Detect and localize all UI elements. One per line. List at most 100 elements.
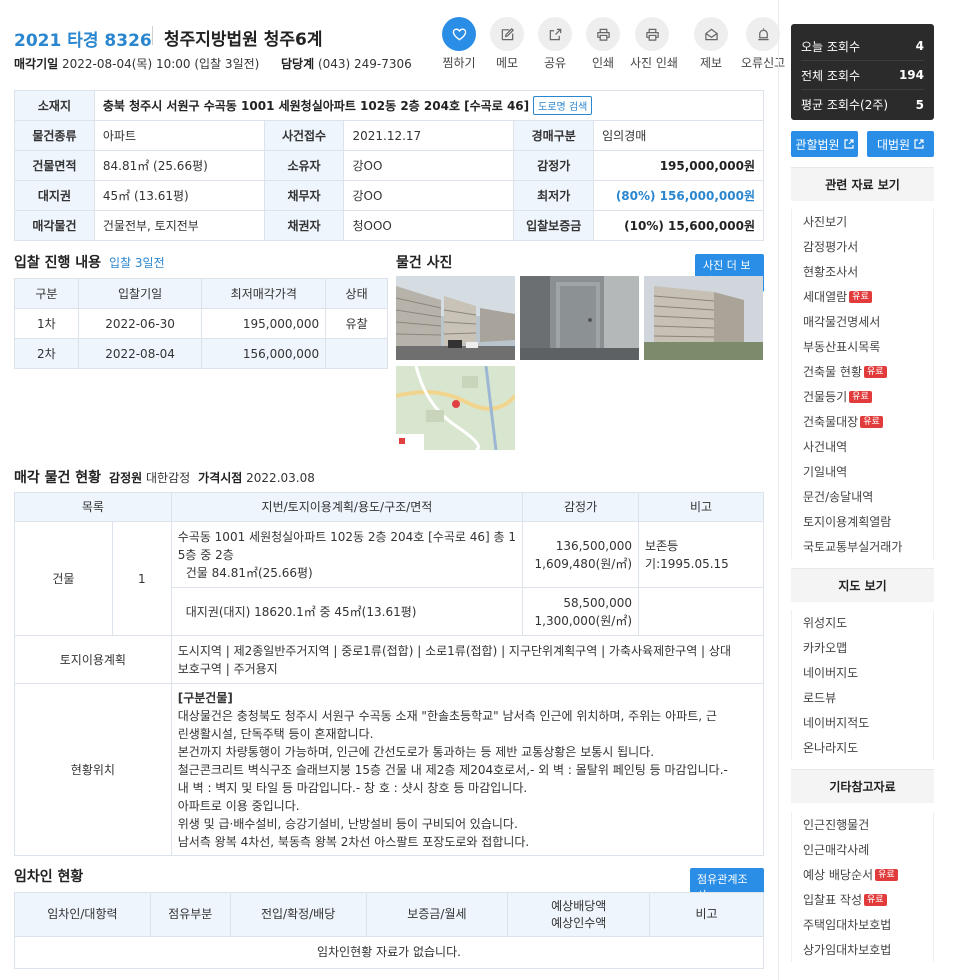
bid-round: 2차 [14, 338, 79, 369]
info-row: 물건종류 아파트 사건접수 2021.12.17 경매구분 임의경매 [14, 120, 764, 151]
sidebar-item-survey[interactable]: 현황조사서 [792, 259, 933, 284]
appraiser-label: 감정원 [109, 471, 143, 485]
sidebar-item-nearby-sales[interactable]: 인근매각사례 [792, 837, 933, 862]
info-key: 감정가 [513, 150, 595, 181]
sidebar-item-property-list[interactable]: 부동산표시목록 [792, 334, 933, 359]
sidebar-item-roadview[interactable]: 로드뷰 [792, 685, 933, 710]
sidebar-item-real-price[interactable]: 국토교통부실거래가 [792, 534, 933, 559]
sidebar-item-commercial-lease-act[interactable]: 상가임대차보호법 [792, 937, 933, 962]
goods-header-row: 목록 지번/토지이용계획/용도/구조/면적 감정가 비고 [14, 492, 764, 522]
property-map-thumbnail[interactable] [396, 366, 515, 450]
table-row: 건물 1 수곡동 1001 세원청실아파트 102동 2층 204호 [수곡로 … [14, 521, 764, 636]
favorite-button[interactable]: 찜하기 [437, 17, 481, 71]
column-header: 비고 [638, 492, 764, 522]
column-header: 비고 [649, 892, 764, 937]
info-key: 채무자 [263, 180, 345, 211]
property-photo[interactable] [644, 276, 763, 360]
minimum-price: (80%) 156,000,000원 [593, 180, 764, 211]
jurisdiction-court-button[interactable]: 관할법원 [791, 131, 858, 157]
related-docs-header: 관련 자료 보기 [791, 167, 934, 201]
report-icon [704, 28, 718, 40]
bid-min-price: 156,000,000 [201, 338, 327, 369]
sidebar-item-nearby-items[interactable]: 인근진행물건 [792, 812, 933, 837]
info-value: 2021.12.17 [343, 120, 515, 151]
address-text: 충북 청주시 서원구 수곡동 1001 세원청실아파트 102동 2층 204호… [102, 99, 530, 113]
paid-badge: 유료 [849, 290, 872, 303]
sidebar-item-date-history[interactable]: 기일내역 [792, 459, 933, 484]
photo-section-title: 물건 사진 [396, 255, 453, 271]
info-key: 채권자 [263, 210, 345, 241]
paid-badge: 유료 [860, 415, 883, 428]
dept-phone: (043) 249-7306 [317, 57, 412, 71]
info-key: 최저가 [513, 180, 595, 211]
supreme-court-button[interactable]: 대법원 [867, 131, 934, 157]
building-note: 보존등기:1995.05.15 [638, 521, 764, 588]
sidebar-item-housing-lease-act[interactable]: 주택임대차보호법 [792, 912, 933, 937]
etc-list: 인근진행물건 인근매각사례 예상 배당순서 유료 입찰표 작성 유료 주택임대차보호… [791, 812, 934, 962]
external-link-icon [843, 139, 854, 149]
info-key: 입찰보증금 [513, 210, 595, 241]
photo-print-button[interactable]: 사진 인쇄 [630, 17, 678, 71]
heart-icon [452, 27, 466, 41]
column-header: 입찰기일 [77, 278, 203, 309]
table-row: 임차인현황 자료가 없습니다. [14, 936, 764, 969]
info-row: 건물면적 84.81㎡ (25.66평) 소유자 강OO 감정가 195,000… [14, 150, 764, 181]
info-value: 강OO [343, 150, 515, 181]
building-price: 136,500,000 1,609,480(원/㎡) [522, 521, 640, 588]
info-row: 매각물건 건물전부, 토지전부 채권자 청OOO 입찰보증금 (10%) 15,… [14, 210, 764, 241]
sidebar-item-appraisal[interactable]: 감정평가서 [792, 234, 933, 259]
sidebar-item-bid-form[interactable]: 입찰표 작성 유료 [792, 887, 933, 912]
road-search-button[interactable]: 도로명 검색 [533, 96, 593, 115]
sidebar-item-sale-statement[interactable]: 매각물건명세서 [792, 309, 933, 334]
sidebar-item-building-registry[interactable]: 건물등기 유료 [792, 384, 933, 409]
print-button[interactable]: 인쇄 [581, 17, 625, 71]
info-key: 소유자 [263, 150, 345, 181]
sidebar-item-kakao-map[interactable]: 카카오맵 [792, 635, 933, 660]
bid-title: 입찰 진행 내용 [14, 255, 102, 271]
column-header: 지번/토지이용계획/용도/구조/면적 [170, 492, 524, 522]
info-key: 대지권 [14, 180, 95, 211]
info-key: 건물면적 [14, 150, 95, 181]
memo-button[interactable]: 메모 [485, 17, 529, 71]
paid-badge: 유료 [864, 893, 887, 906]
sidebar-item-building-status[interactable]: 건축물 현황 유료 [792, 359, 933, 384]
property-photo[interactable] [520, 276, 639, 360]
column-header: 보증금/월세 [365, 892, 509, 937]
case-info-table: 소재지 충북 청주시 서원구 수곡동 1001 세원청실아파트 102동 2층 … [14, 90, 765, 241]
sidebar-item-naver-cadastral[interactable]: 네이버지적도 [792, 710, 933, 735]
bid-header-row: 구분 입찰기일 최저매각가격 상태 [14, 278, 388, 309]
property-photo[interactable] [396, 276, 515, 360]
table-row: 현황위치 [구분건물] 대상물건은 충청북도 청주시 서원구 수곡동 소재 "한… [14, 683, 765, 856]
column-header: 목록 [14, 492, 172, 522]
photo-print-icon [645, 28, 659, 41]
tenant-header-row: 임차인/대항력 점유부분 전입/확정/배당 보증금/월세 예상배당액 예상인수액 … [14, 892, 764, 937]
sidebar-item-dividend-order[interactable]: 예상 배당순서 유료 [792, 862, 933, 887]
sidebar-item-case-history[interactable]: 사건내역 [792, 434, 933, 459]
column-header: 예상배당액 예상인수액 [507, 892, 651, 937]
building-label: 건물 [14, 521, 113, 636]
goods-table: 목록 지번/토지이용계획/용도/구조/면적 감정가 비고 건물 1 수곡동 10… [14, 492, 765, 856]
stat-total: 전체 조회수 194 [801, 61, 924, 90]
sidebar-item-documents[interactable]: 문건/송달내역 [792, 484, 933, 509]
sidebar-item-satellite[interactable]: 위성지도 [792, 610, 933, 635]
bid-section-title: 입찰 진행 내용 입찰 3일전 [14, 252, 165, 272]
external-link-icon [914, 139, 924, 149]
info-value: 임의경매 [593, 120, 764, 151]
view-stats: 오늘 조회수 4 전체 조회수 194 평균 조회수(2주) 5 [791, 24, 934, 120]
sidebar-item-building-ledger[interactable]: 건축물대장 유료 [792, 409, 933, 434]
appraiser: 대한감정 [145, 471, 191, 485]
sidebar-item-naver-map[interactable]: 네이버지도 [792, 660, 933, 685]
land-right-note [638, 587, 764, 636]
report-button[interactable]: 제보 [689, 17, 733, 71]
info-value: 84.81㎡ (25.66평) [93, 150, 265, 181]
share-button[interactable]: 공유 [533, 17, 577, 71]
sidebar-item-land-use[interactable]: 토지이용계획열람 [792, 509, 933, 534]
sidebar-item-photos[interactable]: 사진보기 [792, 209, 933, 234]
column-header: 구분 [14, 278, 79, 309]
sidebar-item-household[interactable]: 세대열람 유료 [792, 284, 933, 309]
map-list: 위성지도 카카오맵 네이버지도 로드뷰 네이버지적도 온나라지도 [791, 610, 934, 760]
info-value: 아파트 [93, 120, 265, 151]
building-desc: 수곡동 1001 세원청실아파트 102동 2층 204호 [수곡로 46] 총… [170, 521, 524, 588]
address-row: 소재지 충북 청주시 서원구 수곡동 1001 세원청실아파트 102동 2층 … [14, 90, 765, 121]
sidebar-item-onnara-map[interactable]: 온나라지도 [792, 735, 933, 760]
